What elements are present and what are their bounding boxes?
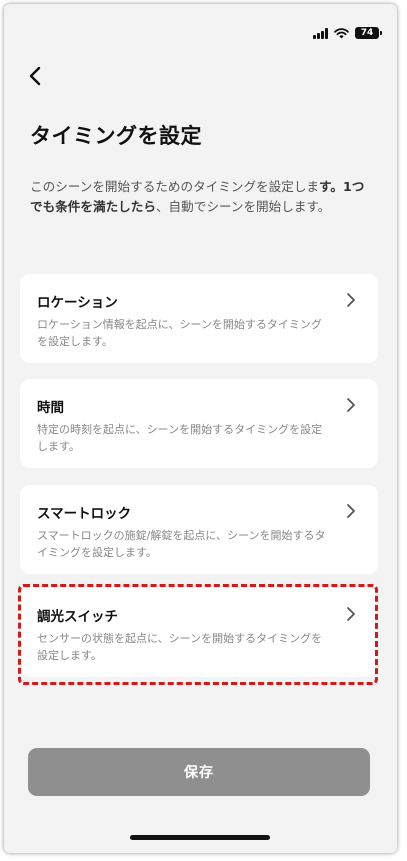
option-card-location[interactable]: ロケーション ロケーション情報を起点に、シーンを開始するタイミングを設定します。 (20, 274, 378, 363)
wifi-icon (334, 27, 349, 39)
page-description: このシーンを開始するためのタイミングを設定します。1つでも条件を満たしたら、自動… (30, 177, 375, 217)
chevron-right-icon (347, 293, 355, 307)
option-description: スマートロックの施錠/解錠を起点に、シーンを開始するタイミングを設定します。 (37, 529, 326, 559)
option-card-dimmer-switch[interactable]: 調光スイッチ センサーの状態を起点に、シーンを開始するタイミングを設定します。 (20, 588, 378, 677)
back-button[interactable] (22, 62, 50, 90)
option-title: スマートロック (37, 506, 132, 522)
description-intro: このシーンを開始するためのタイミングを設定しま (30, 179, 320, 194)
battery-icon: 74 (355, 27, 382, 39)
phone-screen: 74 タイミングを設定 このシーンを開始するためのタイミングを設定します。1つで… (4, 4, 397, 853)
chevron-right-icon (347, 504, 355, 518)
option-description: ロケーション情報を起点に、シーンを開始するタイミングを設定します。 (37, 318, 322, 348)
option-description: センサーの状態を起点に、シーンを開始するタイミングを設定します。 (37, 632, 323, 662)
option-title: 調光スイッチ (37, 609, 118, 625)
option-title: 時間 (37, 400, 64, 416)
description-rest: 、自動でシーンを開始します。 (155, 199, 331, 214)
chevron-right-icon (347, 607, 355, 621)
cellular-signal-icon (313, 27, 328, 39)
chevron-right-icon (347, 398, 355, 412)
page-title: タイミングを設定 (30, 124, 202, 148)
option-card-time[interactable]: 時間 特定の時刻を起点に、シーンを開始するタイミングを設定します。 (20, 379, 378, 468)
option-title: ロケーション (37, 295, 118, 311)
status-bar: 74 (313, 26, 382, 40)
option-description: 特定の時刻を起点に、シーンを開始するタイミングを設定します。 (37, 423, 323, 453)
chevron-left-icon (29, 66, 41, 86)
option-card-smart-lock[interactable]: スマートロック スマートロックの施錠/解錠を起点に、シーンを開始するタイミングを… (20, 485, 378, 574)
home-indicator[interactable] (130, 835, 270, 840)
save-button[interactable]: 保存 (28, 748, 370, 796)
